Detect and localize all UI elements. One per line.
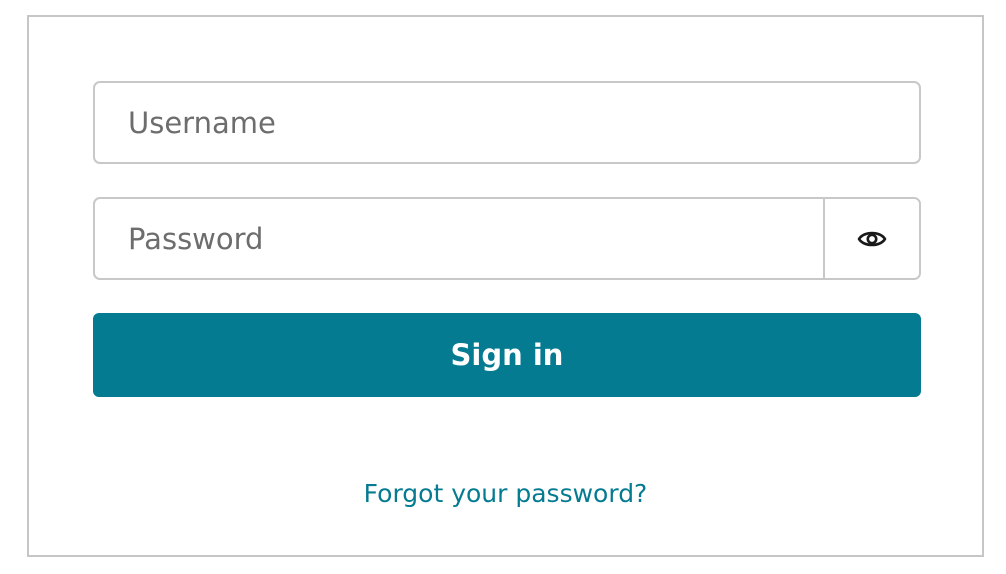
username-input[interactable]: [95, 83, 919, 162]
forgot-password-link[interactable]: Forgot your password?: [29, 479, 982, 508]
login-card: Sign in Forgot your password?: [27, 15, 984, 557]
username-field: [93, 81, 921, 164]
password-input[interactable]: [95, 199, 823, 278]
show-password-button[interactable]: [823, 199, 919, 278]
password-field: [93, 197, 921, 280]
eye-icon: [857, 228, 887, 250]
sign-in-button[interactable]: Sign in: [93, 313, 921, 397]
